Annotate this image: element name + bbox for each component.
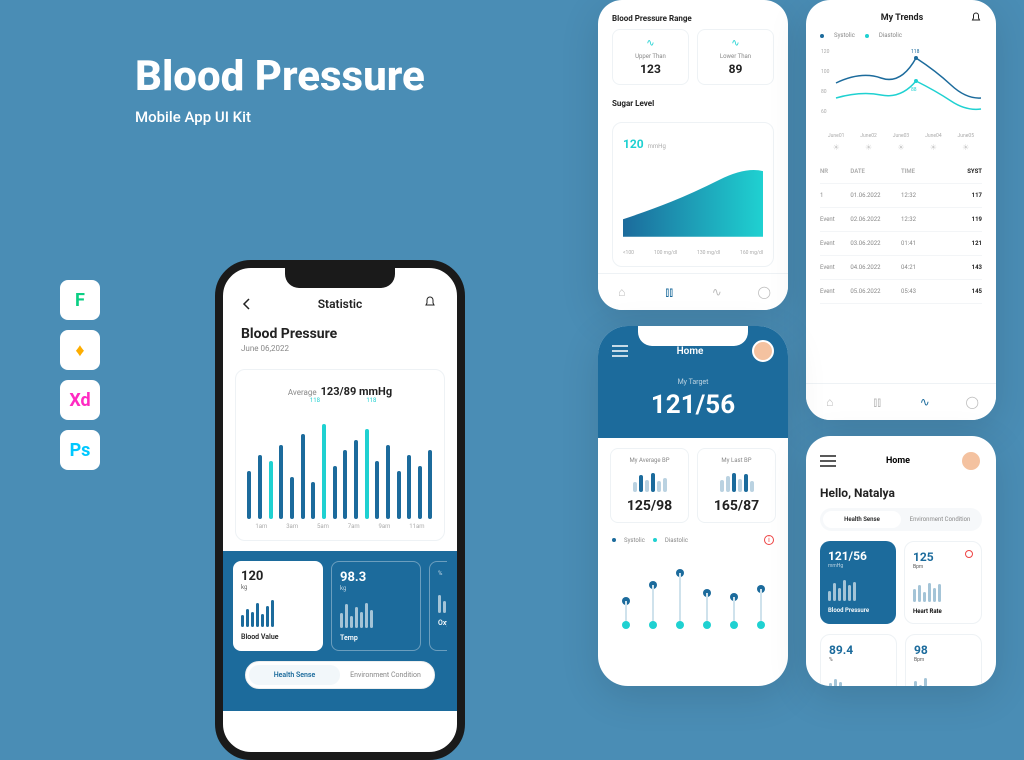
target-value: 121/56 [612,390,774,420]
sugar-card: 120mmHg <100100 mg/dl130 mg/dl160 mg/dl [612,122,774,267]
phone-statistic: Statistic Blood Pressure June 06,2022 Av… [215,260,465,760]
svg-text:118: 118 [911,49,920,55]
photoshop-icon: Ps [60,430,100,470]
info-icon[interactable] [965,550,973,558]
screen-hello: Home Hello, Natalya Health Sense Environ… [806,436,996,686]
nav-chart-icon[interactable]: ⫾⫾ [869,394,885,410]
screen-title: Blood Pressure [223,322,457,342]
figma-icon: F [60,280,100,320]
sugar-area-chart [623,158,763,248]
screen-trends: My Trends Systolic Diastolic 1201008060 … [806,0,996,420]
greeting: Hello, Natalya [806,480,996,508]
bottom-nav: ⌂ ⫾⫾ ∿ ◯ [598,273,788,310]
trends-line-chart: 120 100 80 60 118 88 [806,43,996,133]
home-title: Home [886,456,910,466]
bp-chart-card: Average 123/89 mmHg 118 118 1am3am5am7am9… [235,369,445,541]
sun-icon: ☀ [930,143,937,152]
avg-bp-card[interactable]: My Average BP 125/98 [610,448,689,523]
card-metric-4[interactable]: 98Bpm [905,634,982,686]
table-row[interactable]: Event05.06.202205:43145 [820,280,982,304]
screen-date: June 06,2022 [223,342,457,363]
nav-profile-icon[interactable]: ◯ [756,284,772,300]
back-icon[interactable] [241,296,257,312]
nav-pulse-icon[interactable]: ∿ [917,394,933,410]
average-label: Average [288,388,317,397]
sun-icon: ☀ [962,143,969,152]
tab-health-sense[interactable]: Health Sense [823,511,901,528]
pulse-icon: ∿ [706,38,765,49]
screen-home-target: Home My Target 121/56 My Average BP 125/… [598,326,788,686]
svg-text:100: 100 [821,69,830,75]
metric-blood-value[interactable]: 120kg Blood Value [233,561,323,651]
average-value: 123/89 mmHg [321,385,392,398]
last-bp-card[interactable]: My Last BP 165/87 [697,448,776,523]
sugar-heading: Sugar Level [598,85,788,114]
tabs: Health Sense Environment Condition [245,661,435,689]
svg-text:80: 80 [821,89,827,95]
nav-home-icon[interactable]: ⌂ [822,394,838,410]
card-metric-3[interactable]: 89.4% [820,634,897,686]
sun-icon: ☀ [865,143,872,152]
metrics-strip: 120kg Blood Value 98.3kg Temp % Oxy Heal… [223,551,457,711]
tab-environment[interactable]: Environment Condition [340,665,431,685]
bp-range-heading: Blood Pressure Range [598,0,788,29]
table-row[interactable]: 101.06.202212:32117 [820,184,982,208]
segment-tabs: Health Sense Environment Condition [820,508,982,531]
table-row[interactable]: Event04.06.202204:21143 [820,256,982,280]
bottom-nav: ⌂ ⫾⫾ ∿ ◯ [806,383,996,420]
metric-oxygen[interactable]: % Oxy [429,561,447,651]
nav-home-icon[interactable]: ⌂ [614,284,630,300]
nav-pulse-icon[interactable]: ∿ [709,284,725,300]
upper-than-card: ∿ Upper Than 123 [612,29,689,85]
svg-text:120: 120 [821,49,830,55]
table-row[interactable]: Event02.06.202212:32119 [820,208,982,232]
info-icon[interactable]: i [764,535,774,545]
candle-chart: 118 118 [246,399,434,519]
sun-icon: ☀ [833,143,840,152]
tab-health-sense[interactable]: Health Sense [249,665,340,685]
menu-icon[interactable] [612,345,628,357]
bell-icon[interactable] [423,296,439,312]
lower-than-card: ∿ Lower Than 89 [697,29,774,85]
metric-temp[interactable]: 98.3kg Temp [331,561,421,651]
bell-icon[interactable] [970,12,982,24]
pulse-icon: ∿ [621,38,680,49]
hero-title: Blood Pressure [135,52,425,101]
dumbbell-chart [598,549,788,629]
hero-subtitle: Mobile App UI Kit [135,108,251,126]
sun-icon: ☀ [897,143,904,152]
x-axis: 1am3am5am7am9am11am [246,523,434,530]
adobe-xd-icon: Xd [60,380,100,420]
home-title: Home [628,346,752,357]
nav-profile-icon[interactable]: ◯ [964,394,980,410]
trends-table: NRDATETIMESYST 101.06.202212:32117 Event… [806,160,996,304]
trends-title: My Trends [881,13,924,23]
card-heart-rate[interactable]: 125Bpm Heart Rate [904,541,982,624]
svg-text:88: 88 [911,87,917,93]
tools-column: F ♦ Xd Ps [60,280,100,470]
sketch-icon: ♦ [60,330,100,370]
tab-environment[interactable]: Environment Condition [901,511,979,528]
avatar[interactable] [752,340,774,362]
svg-text:60: 60 [821,109,827,115]
weather-row: ☀ ☀ ☀ ☀ ☀ [806,139,996,160]
nav-chart-icon[interactable]: ⫾⫾ [661,284,677,300]
page-title: Statistic [318,297,363,311]
screen-bp-range: Blood Pressure Range ∿ Upper Than 123 ∿ … [598,0,788,310]
card-blood-pressure[interactable]: 121/56mmHg Blood Pressure [820,541,896,624]
menu-icon[interactable] [820,455,836,467]
table-row[interactable]: Event03.06.202201:41121 [820,232,982,256]
target-label: My Target [612,378,774,386]
avatar[interactable] [960,450,982,472]
